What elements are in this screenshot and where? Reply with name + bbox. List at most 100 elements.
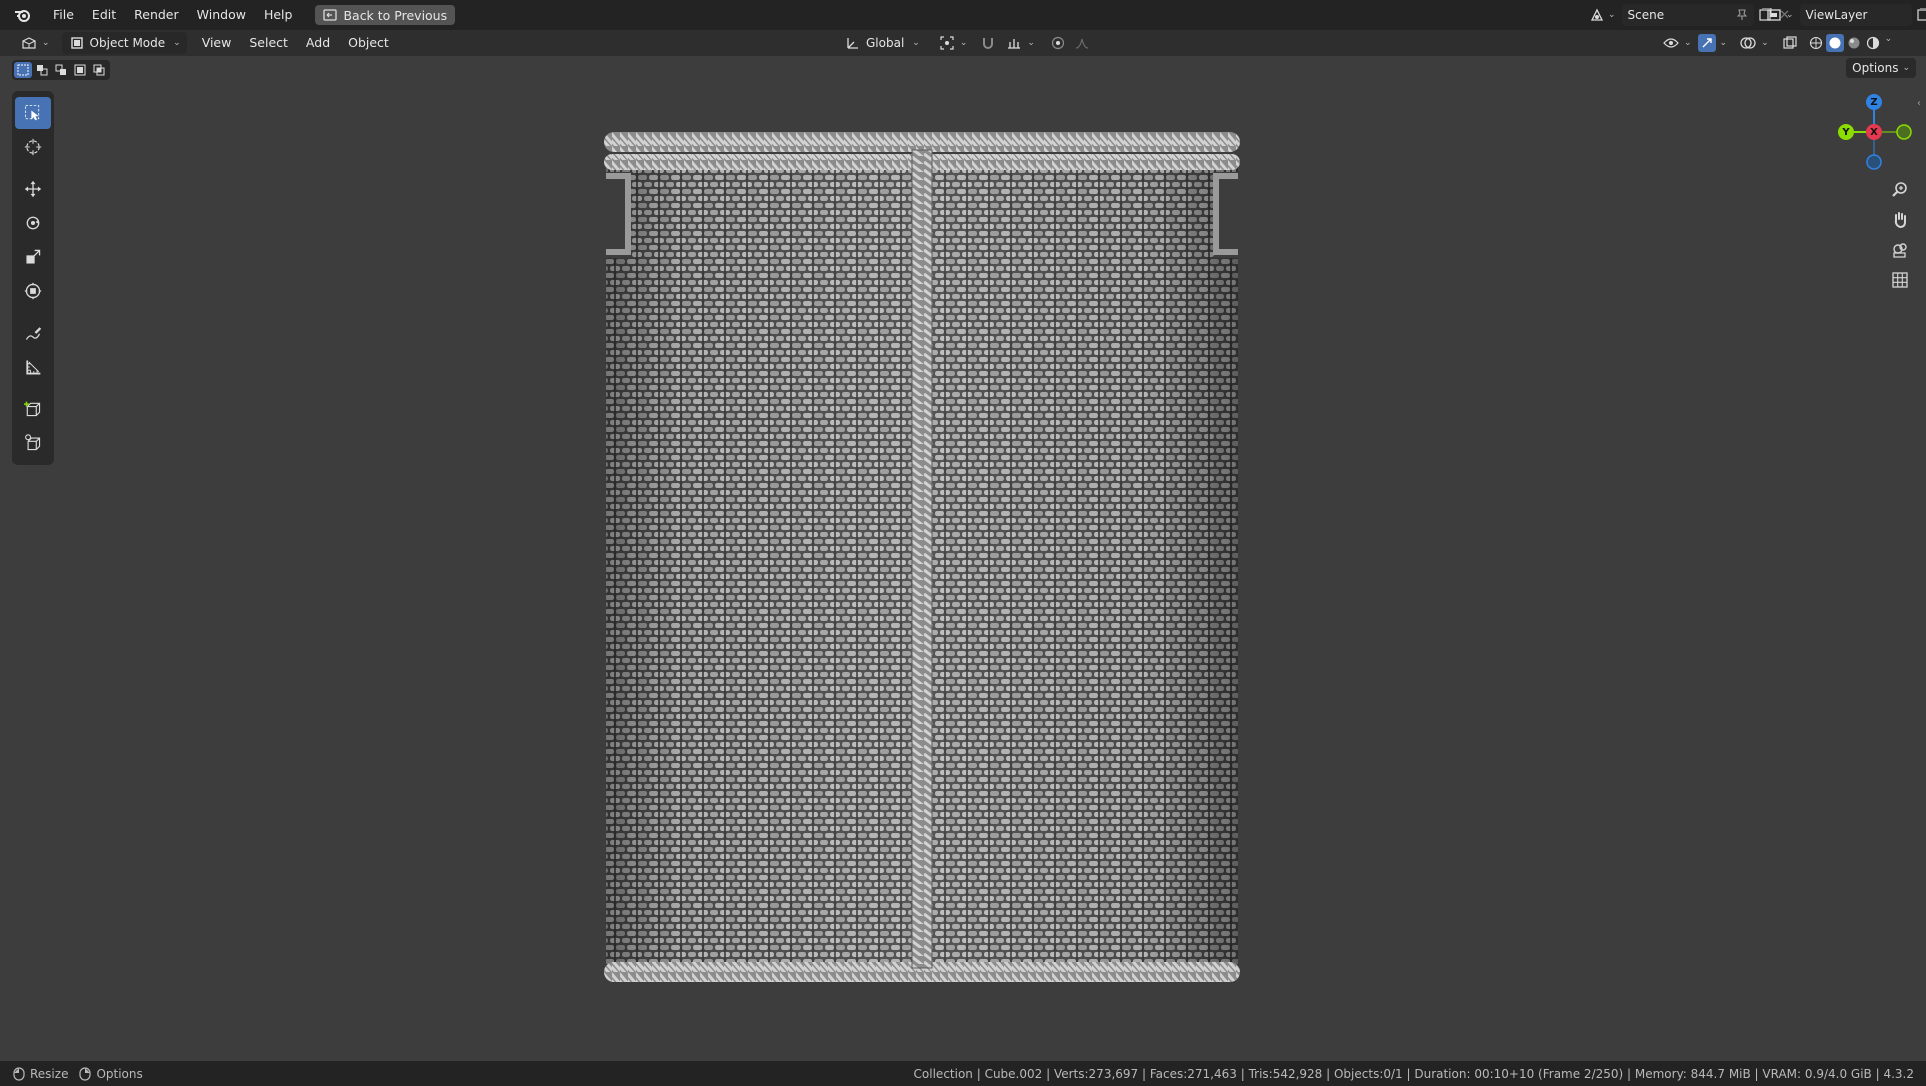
tool-shelf [12, 91, 54, 465]
snap-chevron-down-icon: ⌄ [1027, 38, 1035, 48]
wicker-cylinder-render [604, 132, 1240, 982]
gizmo-chevron-down-icon: ⌄ [1719, 38, 1728, 48]
gizmo-selector[interactable]: ⌄ [1696, 32, 1730, 54]
menu-file[interactable]: File [44, 4, 83, 26]
select-intersect-icon[interactable] [90, 62, 108, 78]
orientation-chevron-down-icon: ⌄ [912, 38, 920, 48]
shading-material-icon[interactable] [1845, 34, 1863, 52]
3d-viewport[interactable]: Options ⌄ Z Y X ‹ [0, 56, 1926, 1061]
gizmo-y-axis[interactable]: Y [1838, 124, 1854, 140]
scene-field[interactable]: Scene [1621, 4, 1754, 26]
mode-selector[interactable]: Object Mode ⌄ [61, 32, 187, 54]
proportional-falloff-icon[interactable] [1073, 34, 1091, 52]
overlays-chevron-down-icon: ⌄ [1761, 38, 1769, 48]
pin-icon[interactable] [1736, 6, 1748, 24]
select-box-tool[interactable] [15, 97, 51, 129]
gizmo-y-label: Y [1842, 126, 1850, 138]
select-extend-icon[interactable] [33, 62, 51, 78]
menu-add[interactable]: Add [297, 32, 339, 54]
scale-icon [24, 248, 42, 266]
wicker-cylinder-object[interactable] [604, 132, 1240, 984]
selection-mode-group [12, 60, 110, 80]
xray-toggle-icon[interactable] [1781, 34, 1799, 52]
menu-help[interactable]: Help [255, 4, 302, 26]
move-tool[interactable] [15, 173, 51, 205]
view-layer-chevron-down-icon[interactable]: ⌄ [1786, 10, 1794, 20]
shading-wireframe-icon[interactable] [1807, 34, 1825, 52]
gizmo-z-axis[interactable]: Z [1866, 94, 1882, 110]
toggle-perspective-button[interactable] [1886, 266, 1914, 294]
snap-toggle-icon[interactable] [979, 34, 997, 52]
view-layer-icon[interactable] [1766, 6, 1784, 24]
pivot-point-selector[interactable]: ⌄ [932, 32, 974, 54]
proportional-editing-icon[interactable] [1049, 34, 1067, 52]
new-view-layer-icon[interactable] [1914, 6, 1926, 24]
pan-view-button[interactable] [1886, 206, 1914, 234]
rotate-tool[interactable] [15, 207, 51, 239]
add-cube-icon [24, 400, 42, 418]
rotate-icon [24, 214, 42, 232]
gizmo-x-axis[interactable]: X [1866, 124, 1882, 140]
zoom-view-button[interactable] [1886, 176, 1914, 204]
gizmo-z-label: Z [1870, 96, 1878, 108]
select-subtract-icon[interactable] [52, 62, 70, 78]
scene-name: Scene [1627, 8, 1665, 22]
transform-tool[interactable] [15, 275, 51, 307]
view-layer-field[interactable]: ViewLayer [1799, 4, 1912, 26]
scene-statistics: Collection | Cube.002 | Verts:273,697 | … [913, 1066, 1914, 1081]
overlays-selector[interactable]: ⌄ [1737, 32, 1771, 54]
editor-type-selector[interactable]: ⌄ [14, 32, 56, 54]
orientation-global-icon [844, 34, 862, 52]
shading-chevron-down-icon[interactable]: ⌄ [1885, 34, 1893, 52]
menu-view[interactable]: View [193, 32, 241, 54]
scale-tool[interactable] [15, 241, 51, 273]
viewport-header: ⌄ Object Mode ⌄ View Select Add Object G… [0, 30, 1926, 56]
camera-view-button[interactable] [1886, 236, 1914, 264]
selectability-eye-icon [1662, 34, 1680, 52]
measure-tool[interactable] [15, 351, 51, 383]
add-primitive-tool[interactable] [15, 427, 51, 459]
options-chevron-down-icon: ⌄ [1902, 63, 1910, 73]
visibility-selector[interactable]: ⌄ [1660, 32, 1694, 54]
annotate-tool[interactable] [15, 317, 51, 349]
ortho-grid-icon [1891, 271, 1909, 289]
view-layer-name: ViewLayer [1805, 8, 1868, 22]
mouse-right-icon [78, 1065, 92, 1083]
menu-object[interactable]: Object [339, 32, 398, 54]
status-bar: Resize Options Collection | Cube.002 | V… [0, 1061, 1926, 1086]
annotate-pencil-icon [24, 324, 42, 342]
viewport-options-label: Options [1852, 61, 1899, 75]
cursor-tool[interactable] [15, 131, 51, 163]
shading-rendered-icon[interactable] [1864, 34, 1882, 52]
add-primitive-icon [24, 434, 42, 452]
sidebar-toggle-icon[interactable]: ‹ [1914, 94, 1924, 112]
mouse-left-icon [12, 1065, 26, 1083]
transform-icon [24, 282, 42, 300]
menu-render[interactable]: Render [125, 4, 188, 26]
back-to-previous-button[interactable]: Back to Previous [315, 5, 456, 25]
status-options-label: Options [96, 1066, 143, 1081]
object-mode-icon [68, 34, 86, 52]
scene-icon[interactable] [1588, 6, 1606, 24]
viewport-options-button[interactable]: Options ⌄ [1846, 58, 1916, 78]
menu-window[interactable]: Window [188, 4, 255, 26]
camera-icon [1891, 241, 1909, 259]
select-new-icon[interactable] [14, 62, 32, 78]
menu-select[interactable]: Select [240, 32, 297, 54]
select-box-icon [24, 104, 42, 122]
menu-edit[interactable]: Edit [83, 4, 125, 26]
snap-target-selector[interactable]: ⌄ [1003, 32, 1037, 54]
blender-logo-icon[interactable] [12, 6, 34, 24]
move-arrows-icon [24, 180, 42, 198]
add-cube-tool[interactable] [15, 393, 51, 425]
scene-chevron-down-icon[interactable]: ⌄ [1608, 10, 1616, 20]
gizmo-x-label: X [1870, 126, 1878, 138]
mode-chevron-down-icon: ⌄ [173, 38, 181, 48]
transform-orientation-selector[interactable]: Global ⌄ [838, 32, 926, 54]
top-bar: File Edit Render Window Help Back to Pre… [0, 0, 1926, 30]
status-resize-label: Resize [30, 1066, 69, 1081]
select-invert-icon[interactable] [71, 62, 89, 78]
shading-solid-icon[interactable] [1825, 34, 1844, 52]
navigation-gizmo[interactable]: Z Y X [1832, 92, 1916, 176]
snap-increment-icon [1005, 34, 1023, 52]
